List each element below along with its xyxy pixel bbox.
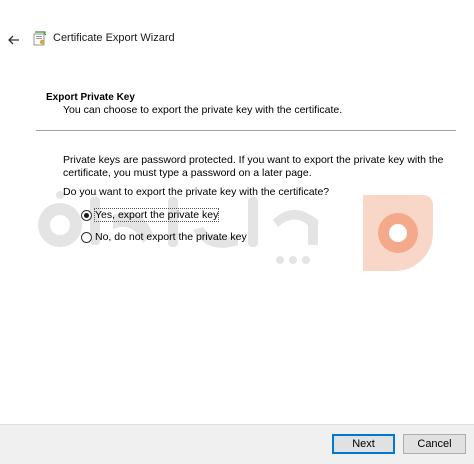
back-arrow-icon [8, 35, 19, 45]
back-button[interactable] [4, 30, 24, 50]
page-heading: Export Private Key [46, 92, 135, 103]
export-question: Do you want to export the private key wi… [63, 186, 330, 198]
radio-no-label: No, do not export the private key [95, 231, 247, 243]
radio-yes-export-key[interactable]: Yes, export the private key [81, 207, 220, 223]
certificate-export-wizard-window: Certificate Export Wizard Export Private… [0, 0, 474, 464]
radio-button-selected[interactable] [81, 209, 92, 221]
title-bar: Certificate Export Wizard [0, 22, 474, 58]
radio-button-unselected[interactable] [81, 231, 92, 243]
window-title: Certificate Export Wizard [53, 32, 175, 44]
info-paragraph: Private keys are password protected. If … [63, 154, 444, 179]
radio-yes-label: Yes, export the private key [93, 208, 220, 222]
header-divider [36, 130, 456, 131]
button-bar: Next Cancel [0, 424, 474, 464]
certificate-wizard-icon [33, 31, 47, 46]
next-button[interactable]: Next [332, 434, 395, 454]
cancel-button[interactable]: Cancel [403, 434, 466, 454]
radio-no-export-key[interactable]: No, do not export the private key [81, 229, 247, 245]
page-subtitle: You can choose to export the private key… [63, 104, 343, 116]
